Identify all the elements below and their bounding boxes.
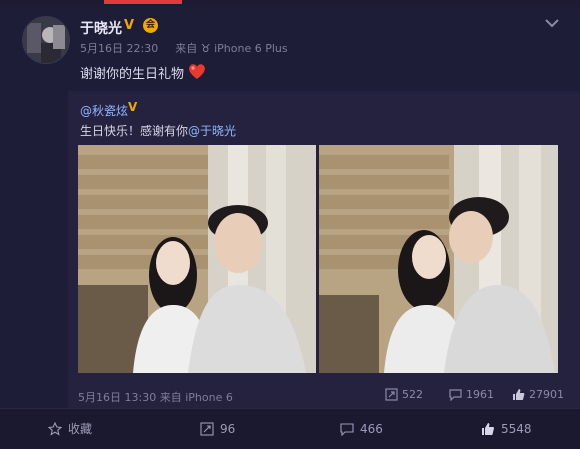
quoted-mention-link[interactable]: @于晓光: [188, 124, 236, 138]
quoted-like-count: 27901: [529, 388, 564, 401]
quoted-footer: 5月16日 13:30 来自 iPhone 6 522 1961 27901: [68, 386, 580, 408]
repost-button[interactable]: 96: [200, 419, 235, 439]
favorite-label: 收藏: [68, 422, 93, 436]
avatar-image: [23, 17, 69, 63]
quoted-post[interactable]: @秋瓷炫 V 生日快乐！感谢有你@于晓光 5月16日 13:30 来自 iPho…: [68, 91, 580, 414]
post-meta: 5月16日 22:30 来自 ♉ iPhone 6 Plus: [80, 40, 288, 56]
quoted-comment-stat[interactable]: 1961: [449, 388, 494, 402]
repost-count: 96: [220, 422, 236, 436]
quoted-verified-badge-icon: V: [128, 100, 138, 114]
thumbs-up-icon: [482, 423, 494, 435]
heart-icon: [189, 64, 205, 79]
photo-left[interactable]: [78, 145, 316, 373]
post-date[interactable]: 5月16日 22:30: [80, 42, 158, 55]
post-text: 谢谢你的生日礼物: [80, 67, 185, 82]
photo-right[interactable]: [319, 145, 558, 373]
quoted-text: 生日快乐！感谢有你@于晓光: [80, 122, 236, 139]
member-badge-icon: 会: [143, 18, 158, 33]
repost-icon: [385, 388, 398, 401]
comment-icon: [340, 423, 354, 437]
favorite-button[interactable]: 收藏: [47, 419, 93, 439]
quoted-source-prefix: 来自: [159, 391, 182, 404]
post-source-prefix: 来自: [175, 42, 198, 55]
comment-button[interactable]: 466: [340, 419, 383, 439]
quoted-comment-count: 1961: [466, 388, 494, 401]
chevron-down-icon[interactable]: [543, 14, 561, 32]
avatar[interactable]: [22, 16, 70, 64]
quoted-like-stat[interactable]: 27901: [512, 388, 564, 401]
thumbs-up-icon: [513, 389, 525, 400]
photo-right-image: [319, 145, 558, 373]
top-accent-bar: [104, 0, 182, 4]
quoted-meta: 5月16日 13:30 来自 iPhone 6: [78, 389, 233, 405]
comment-icon: [449, 389, 462, 402]
quoted-text-body: 生日快乐！感谢有你: [80, 124, 189, 138]
repost-icon: [200, 422, 214, 436]
action-bar: 收藏 96 466 5548: [0, 408, 580, 449]
taurus-icon: ♉: [200, 42, 211, 55]
post-username[interactable]: 于晓光: [80, 18, 122, 38]
star-icon: [47, 421, 63, 436]
like-count: 5548: [501, 422, 532, 436]
photo-left-image: [78, 145, 316, 373]
weibo-post: 于晓光 V 会 5月16日 22:30 来自 ♉ iPhone 6 Plus 谢…: [0, 6, 580, 414]
post-device[interactable]: iPhone 6 Plus: [214, 42, 288, 55]
verified-badge-icon: V: [124, 18, 135, 33]
quoted-date[interactable]: 5月16日 13:30: [78, 391, 156, 404]
quoted-repost-stat[interactable]: 522: [385, 388, 423, 401]
like-button[interactable]: 5548: [481, 419, 532, 439]
quoted-device[interactable]: iPhone 6: [185, 391, 233, 404]
quoted-username[interactable]: @秋瓷炫: [80, 102, 128, 119]
quoted-repost-count: 522: [402, 388, 423, 401]
comment-count: 466: [360, 422, 383, 436]
